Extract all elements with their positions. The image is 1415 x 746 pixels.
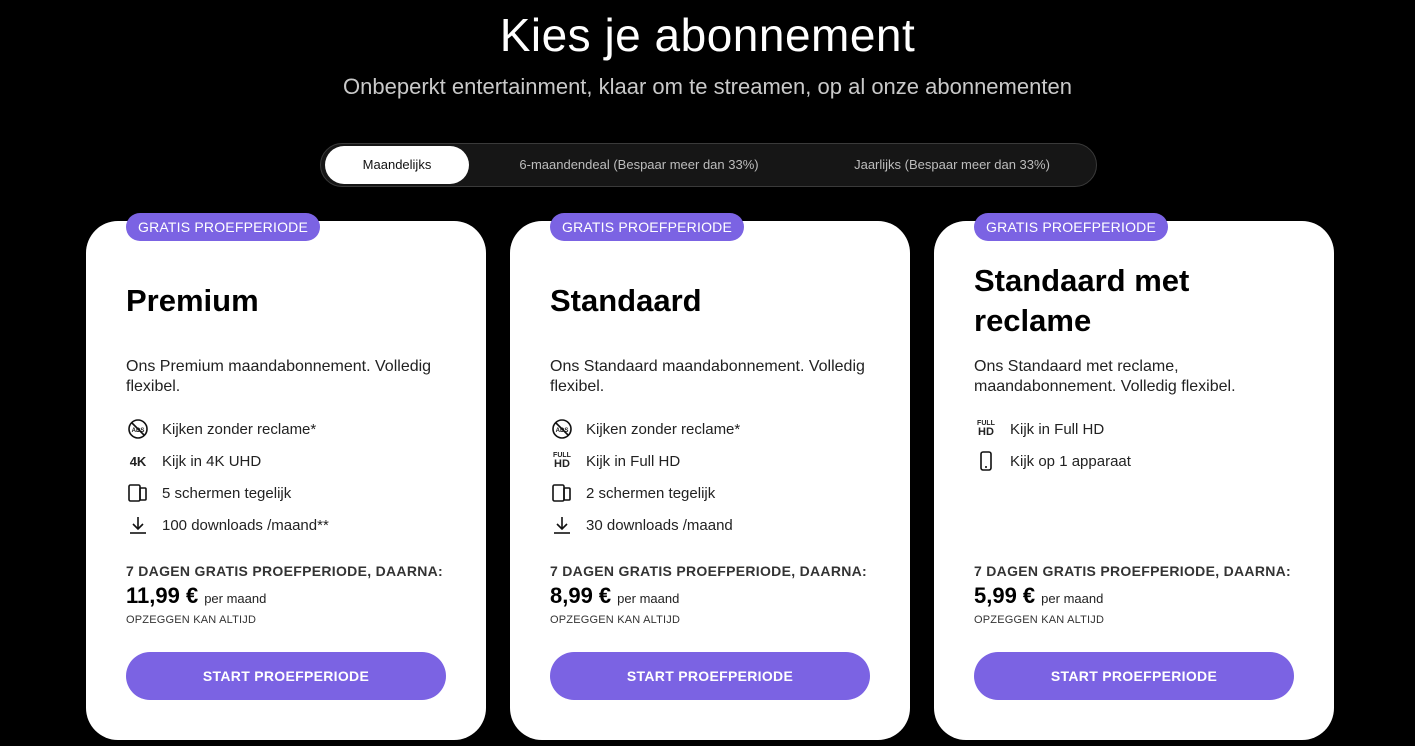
cancel-note: OPZEGGEN KAN ALTIJD bbox=[550, 614, 681, 626]
feature-item: 100 downloads /maand** bbox=[126, 509, 466, 541]
price: 11,99 € bbox=[126, 583, 199, 608]
plan-name: Standaard bbox=[550, 283, 702, 318]
phone-icon bbox=[974, 449, 998, 473]
feature-item: 2 schermen tegelijk bbox=[550, 477, 890, 509]
trial-note: 7 DAGEN GRATIS PROEFPERIODE, DAARNA: bbox=[550, 563, 868, 579]
feature-label: Kijken zonder reclame* bbox=[586, 420, 741, 438]
price-period: per maand bbox=[204, 591, 267, 606]
price-row: 5,99 € per maand bbox=[974, 583, 1103, 609]
plan-name: Premium bbox=[126, 283, 259, 318]
plan-description: Ons Standaard maandabonnement. Volledig … bbox=[550, 358, 865, 395]
feature-label: Kijk op 1 apparaat bbox=[1010, 452, 1131, 470]
feature-label: Kijk in Full HD bbox=[586, 452, 681, 470]
multi-screen-icon bbox=[550, 481, 574, 505]
feature-item: ADS Kijken zonder reclame* bbox=[126, 413, 466, 445]
plan-card-standaard-met-reclame: GRATIS PROEFPERIODE Standaard met reclam… bbox=[934, 213, 1334, 740]
feature-item: 30 downloads /maand bbox=[550, 509, 890, 541]
feature-item: 4K Kijk in 4K UHD bbox=[126, 445, 466, 477]
feature-list: FULL HD Kijk in Full HD Kijk op 1 apparaa… bbox=[974, 413, 1314, 477]
no-ads-icon: ADS bbox=[550, 417, 574, 441]
svg-text:ADS: ADS bbox=[556, 428, 569, 434]
feature-label: Kijken zonder reclame* bbox=[162, 420, 317, 438]
feature-label: 30 downloads /maand bbox=[586, 516, 733, 534]
plan-name: Standaard met reclame bbox=[974, 263, 1190, 338]
cancel-note: OPZEGGEN KAN ALTIJD bbox=[974, 614, 1105, 626]
feature-list: ADS Kijken zonder reclame* 4K Kijk in 4K… bbox=[126, 413, 466, 541]
trial-note: 7 DAGEN GRATIS PROEFPERIODE, DAARNA: bbox=[974, 563, 1292, 579]
full-hd-icon: FULL HD bbox=[553, 452, 571, 470]
plan-description: Ons Premium maandabonnement. Volledig fl… bbox=[126, 358, 432, 395]
free-trial-badge: GRATIS PROEFPERIODE bbox=[126, 213, 321, 241]
price: 8,99 € bbox=[550, 583, 612, 608]
billing-option-yearly[interactable]: Jaarlijks (Bespaar meer dan 33%) bbox=[821, 146, 1083, 184]
price-row: 8,99 € per maand bbox=[550, 583, 679, 609]
download-icon bbox=[126, 513, 150, 537]
plan-card-standaard: GRATIS PROEFPERIODE Standaard Ons Standa… bbox=[510, 213, 910, 740]
page-title: Kies je abonnement bbox=[499, 9, 916, 61]
feature-label: 100 downloads /maand** bbox=[162, 516, 329, 534]
trial-note: 7 DAGEN GRATIS PROEFPERIODE, DAARNA: bbox=[126, 563, 444, 579]
price: 5,99 € bbox=[974, 583, 1036, 608]
feature-item: FULL HD Kijk in Full HD bbox=[550, 445, 890, 477]
feature-label: Kijk in Full HD bbox=[1010, 420, 1105, 438]
feature-item: Kijk op 1 apparaat bbox=[974, 445, 1314, 477]
billing-option-monthly[interactable]: Maandelijks bbox=[325, 146, 469, 184]
feature-label: 2 schermen tegelijk bbox=[586, 484, 716, 502]
billing-period-toggle: Maandelijks 6-maandendeal (Bespaar meer … bbox=[320, 143, 1097, 187]
feature-item: FULL HD Kijk in Full HD bbox=[974, 413, 1314, 445]
feature-item: ADS Kijken zonder reclame* bbox=[550, 413, 890, 445]
feature-label: 5 schermen tegelijk bbox=[162, 484, 292, 502]
page-subtitle: Onbeperkt entertainment, klaar om te str… bbox=[343, 74, 1072, 99]
plan-card-premium: GRATIS PROEFPERIODE Premium Ons Premium … bbox=[86, 213, 486, 740]
cancel-note: OPZEGGEN KAN ALTIJD bbox=[126, 614, 257, 626]
free-trial-badge: GRATIS PROEFPERIODE bbox=[974, 213, 1169, 241]
billing-option-6-months[interactable]: 6-maandendeal (Bespaar meer dan 33%) bbox=[489, 146, 789, 184]
start-trial-button[interactable]: START PROEFPERIODE bbox=[126, 652, 446, 700]
full-hd-icon: FULL HD bbox=[977, 420, 995, 438]
start-trial-button[interactable]: START PROEFPERIODE bbox=[974, 652, 1294, 700]
feature-item: 5 schermen tegelijk bbox=[126, 477, 466, 509]
multi-screen-icon bbox=[126, 481, 150, 505]
price-row: 11,99 € per maand bbox=[126, 583, 266, 609]
download-icon bbox=[550, 513, 574, 537]
feature-label: Kijk in 4K UHD bbox=[162, 452, 262, 470]
feature-list: ADS Kijken zonder reclame* FULL HD Kijk i… bbox=[550, 413, 890, 541]
no-ads-icon: ADS bbox=[126, 417, 150, 441]
price-period: per maand bbox=[1041, 591, 1104, 606]
free-trial-badge: GRATIS PROEFPERIODE bbox=[550, 213, 745, 241]
4k-icon: 4K bbox=[129, 453, 147, 469]
start-trial-button[interactable]: START PROEFPERIODE bbox=[550, 652, 870, 700]
price-period: per maand bbox=[617, 591, 680, 606]
plan-description: Ons Standaard met reclame, maandabonneme… bbox=[974, 358, 1236, 395]
svg-text:ADS: ADS bbox=[132, 428, 145, 434]
